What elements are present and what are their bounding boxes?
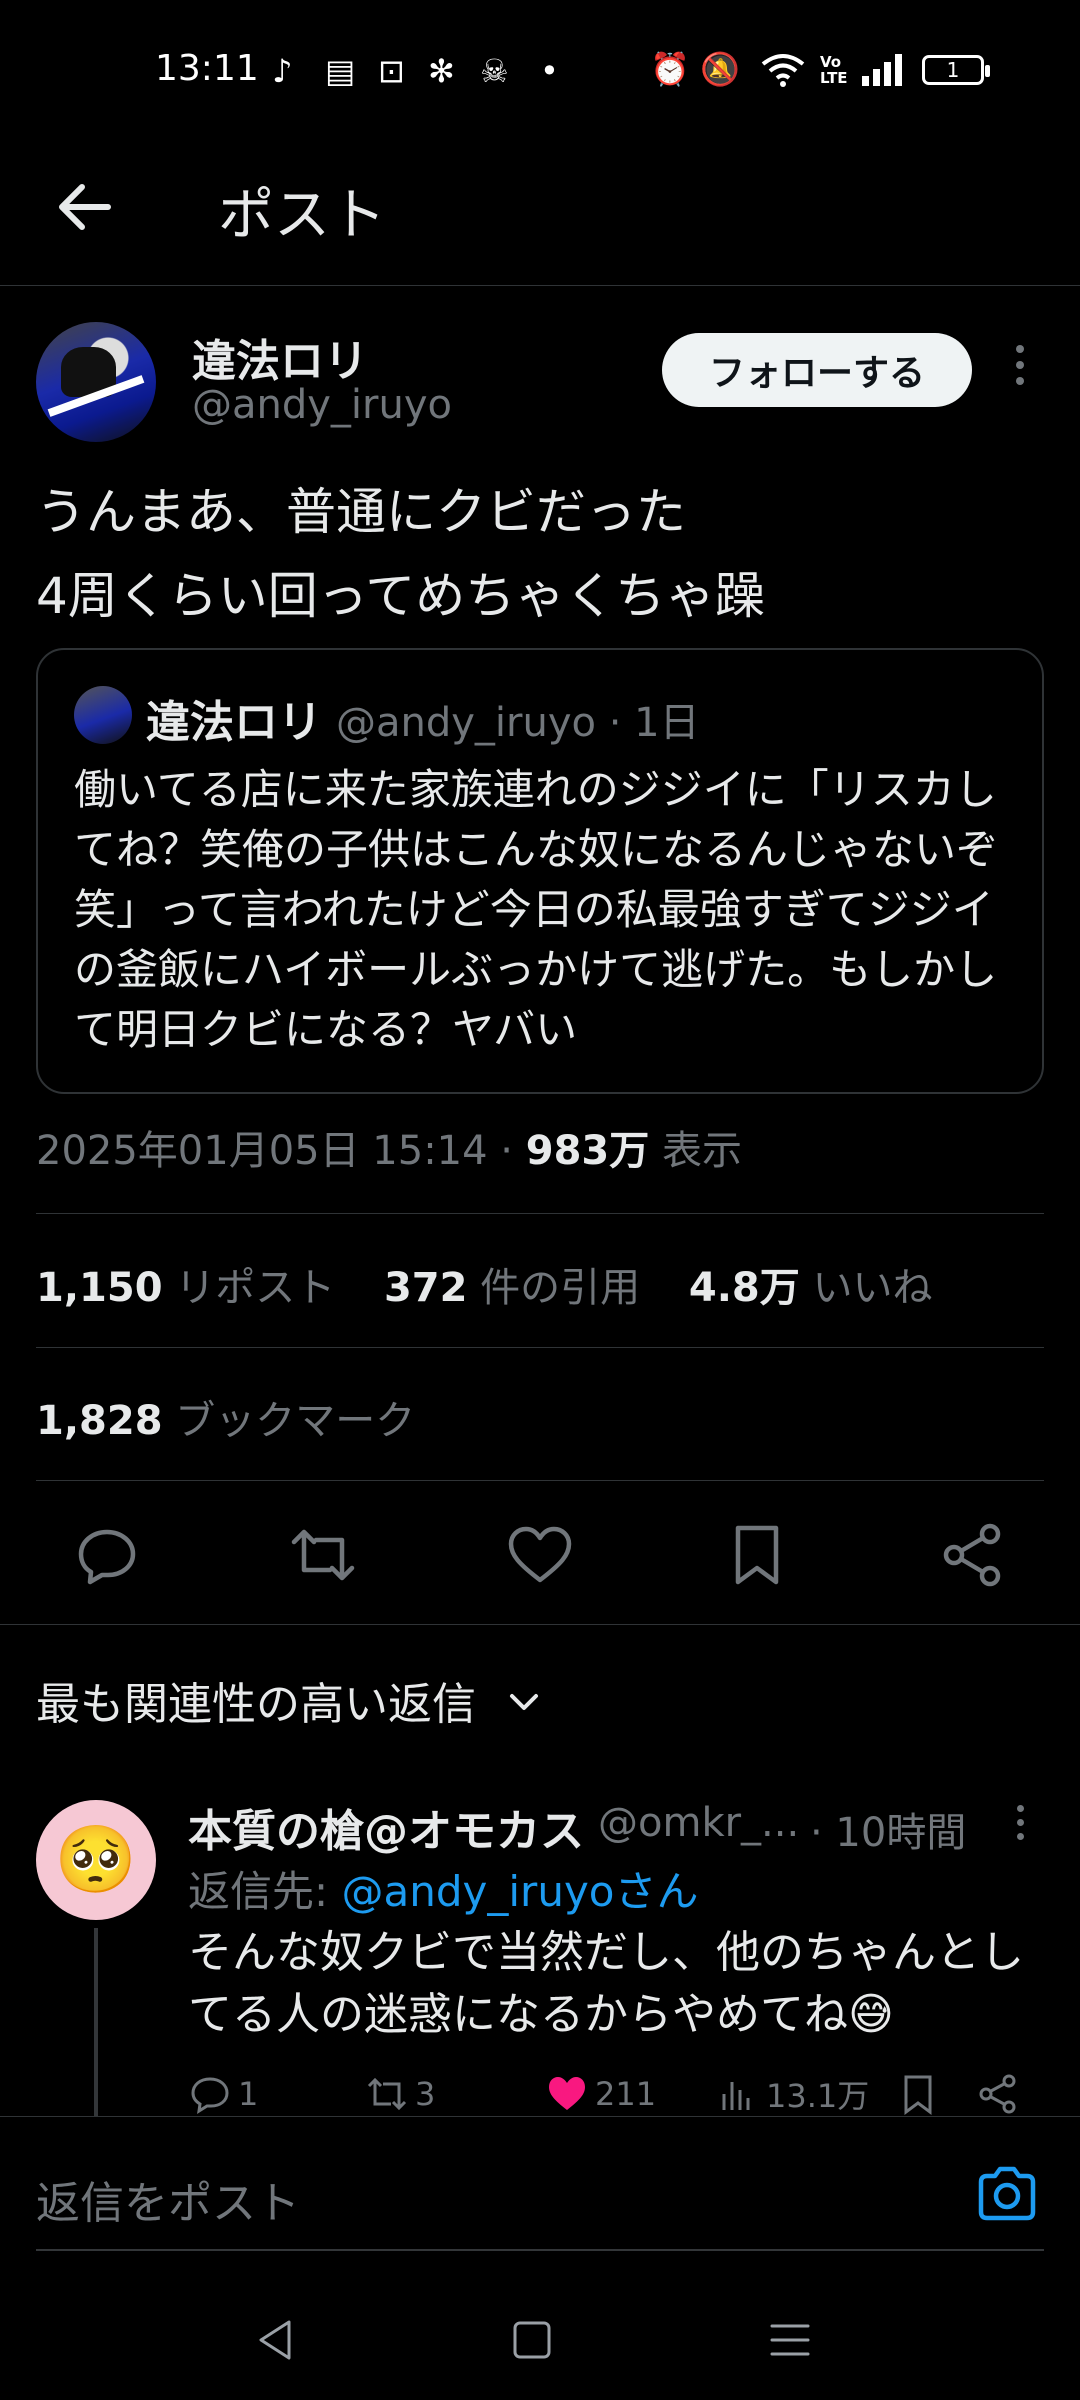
- wifi-icon: [761, 54, 805, 87]
- reply-icon: [78, 1529, 136, 1585]
- repost-icon: [367, 2077, 407, 2111]
- nav-home-icon[interactable]: [502, 2310, 562, 2370]
- skull-icon: ☠: [480, 52, 509, 90]
- author-name[interactable]: 違法ロリ: [192, 325, 368, 389]
- like-button[interactable]: [505, 1520, 575, 1590]
- camera-icon[interactable]: [975, 2162, 1039, 2226]
- reply-views-button[interactable]: 13.1万: [716, 2066, 869, 2122]
- heart-filled-icon: [549, 2077, 585, 2110]
- reply-like-button[interactable]: 211: [545, 2066, 656, 2122]
- quoted-author-handle: @andy_iruyo · 1日: [336, 700, 700, 746]
- replying-to-prefix: 返信先:: [188, 1867, 342, 1916]
- quoted-post-text: 働いてる店に来た家族連れのジジイに「リスカしてね？笑俺の子供はこんな奴になるんじ…: [74, 765, 999, 1054]
- volte-icon: Vo LTE: [820, 53, 848, 87]
- reply-button[interactable]: [72, 1520, 142, 1590]
- alarm-icon: ⏰: [650, 50, 690, 88]
- reply-bookmark-button[interactable]: [896, 2066, 946, 2122]
- reply-author-name[interactable]: 本質の槍@オモカス: [188, 1795, 584, 1859]
- pinwheel-icon: ✻: [428, 52, 455, 90]
- author-avatar[interactable]: [36, 322, 156, 442]
- likes-count: 4.8万: [688, 1265, 800, 1311]
- reply-text: そんな奴クビで当然だし、他のちゃんとしてる人の迷惑になるからやめてね😅: [188, 1927, 1024, 2040]
- more-options-icon[interactable]: [1005, 345, 1035, 395]
- mute-icon: 🔕: [700, 50, 740, 88]
- likes-label: いいね: [799, 1265, 933, 1311]
- page-title: ポスト: [218, 183, 386, 248]
- reply-repost-button[interactable]: 3: [365, 2066, 435, 2122]
- reply-more-options-icon[interactable]: [1010, 1805, 1030, 1851]
- engagement-stats: 1,150 リポスト 372 件の引用 4.8万 いいね: [36, 1255, 968, 1313]
- follow-button[interactable]: フォローする: [662, 333, 972, 407]
- repost-icon: [291, 1529, 355, 1581]
- status-bar: 13:11 ♪ ▤ ⊡ ✻ ☠ • ⏰ 🔕 Vo LTE 1: [0, 0, 1080, 140]
- thread-line: [94, 1928, 98, 2118]
- nav-recents-icon[interactable]: [760, 2310, 820, 2370]
- post-text-line: うんまあ、普通にクビだった: [36, 483, 686, 541]
- tiktok-icon: ♪: [272, 52, 293, 90]
- chevron-down-icon[interactable]: [504, 1682, 544, 1722]
- dot-icon: •: [540, 52, 559, 90]
- share-button[interactable]: [938, 1520, 1008, 1590]
- bus-alert-icon: ⊡: [378, 52, 405, 90]
- reposts-stat[interactable]: 1,150 リポスト: [36, 1265, 371, 1311]
- quoted-author-avatar: [74, 686, 132, 744]
- quotes-count: 372: [383, 1265, 468, 1311]
- quoted-author-name: 違法ロリ: [146, 697, 322, 748]
- reposts-label: リポスト: [162, 1265, 336, 1311]
- bookmark-icon: [904, 2075, 932, 2115]
- share-icon: [943, 1523, 1001, 1587]
- reposts-count: 1,150: [36, 1265, 163, 1311]
- likes-stat[interactable]: 4.8万 いいね: [689, 1265, 969, 1311]
- bookmarks-stat[interactable]: 1,828 ブックマーク: [36, 1388, 451, 1446]
- news-icon: ▤: [325, 52, 356, 90]
- divider: [36, 1213, 1044, 1214]
- reply-likes-count: 211: [595, 2075, 657, 2113]
- composer-underline: [36, 2249, 1044, 2251]
- share-icon: [979, 2074, 1016, 2114]
- views-chart-icon: [722, 2082, 750, 2110]
- signal-icon: [862, 54, 902, 86]
- reply-share-button[interactable]: [976, 2066, 1026, 2122]
- quotes-label: 件の引用: [467, 1265, 641, 1311]
- reply-author-handle[interactable]: @omkr_...: [598, 1800, 799, 1846]
- reply-time: · 10時間: [810, 1810, 967, 1856]
- bookmark-button[interactable]: [722, 1520, 792, 1590]
- reply-avatar[interactable]: 🥺: [36, 1800, 156, 1920]
- heart-icon: [508, 1526, 572, 1583]
- top-app-bar: ポスト: [0, 140, 1080, 286]
- reply-sort-selector[interactable]: 最も関連性の高い返信: [36, 1668, 476, 1732]
- replying-to: 返信先: @andy_iruyoさん: [188, 1858, 699, 1919]
- views-count: 983万: [525, 1128, 650, 1174]
- reply-icon: [191, 2077, 229, 2114]
- bookmarks-count: 1,828: [36, 1398, 163, 1444]
- replying-to-link[interactable]: @andy_iruyoさん: [342, 1867, 699, 1916]
- post-metadata: 2025年01月05日 15:14 · 983万 表示: [36, 1118, 742, 1176]
- divider: [0, 1624, 1080, 1625]
- nav-back-icon[interactable]: [245, 2310, 305, 2370]
- back-arrow-icon[interactable]: [50, 172, 120, 242]
- reply-replies-count: 1: [238, 2075, 259, 2113]
- post-text: うんまあ、普通にクビだった 4周くらい回ってめちゃくちゃ躁: [36, 470, 1046, 638]
- post-text-line: 4周くらい回ってめちゃくちゃ躁: [36, 567, 766, 625]
- divider: [36, 1347, 1044, 1348]
- post-datetime: 2025年01月05日 15:14 ·: [36, 1128, 526, 1174]
- reply-input[interactable]: 返信をポスト: [36, 2167, 300, 2231]
- status-time: 13:11: [155, 48, 259, 89]
- quoted-post[interactable]: 違法ロリ @andy_iruyo · 1日 働いてる店に来た家族連れのジジイに「…: [36, 648, 1044, 1094]
- reply-views-count: 13.1万: [766, 2077, 870, 2115]
- reply-reposts-count: 3: [415, 2075, 436, 2113]
- quotes-stat[interactable]: 372 件の引用: [384, 1265, 676, 1311]
- reply-reply-button[interactable]: 1: [188, 2066, 258, 2122]
- repost-button[interactable]: [288, 1520, 358, 1590]
- bookmarks-label: ブックマーク: [162, 1398, 416, 1444]
- divider: [36, 1480, 1044, 1481]
- author-handle[interactable]: @andy_iruyo: [192, 382, 452, 428]
- battery-icon: 1: [922, 55, 990, 85]
- bookmark-icon: [735, 1525, 779, 1585]
- views-label: 表示: [649, 1128, 742, 1174]
